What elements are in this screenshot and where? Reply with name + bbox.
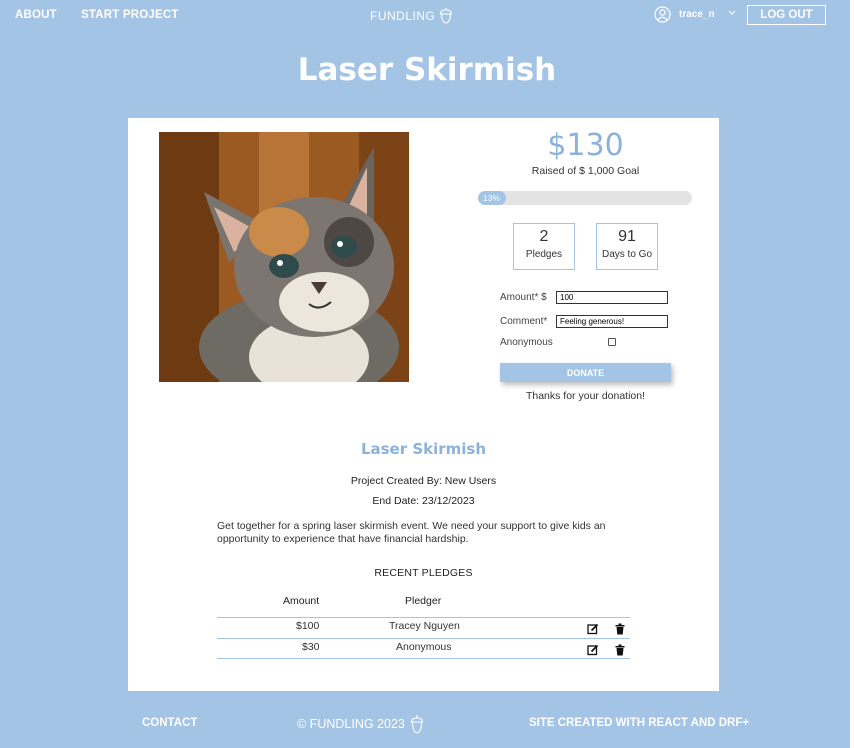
- username: trace_n: [679, 9, 715, 20]
- raised-of-goal: Raised of $ 1,000 Goal: [531, 165, 640, 177]
- acorn-icon: [440, 8, 453, 24]
- nav-start-project-link[interactable]: START PROJECT: [81, 9, 179, 21]
- table-row: $30 Anonymous: [217, 638, 630, 659]
- amount-input[interactable]: [556, 291, 668, 304]
- logout-button[interactable]: LOG OUT: [747, 5, 826, 25]
- brand-logo[interactable]: FUNDLING: [370, 7, 453, 24]
- pledge-amount: $100: [296, 620, 320, 632]
- amount-label: Amount* $: [500, 292, 547, 303]
- column-header-amount: Amount: [283, 595, 320, 607]
- trash-icon[interactable]: [614, 623, 626, 635]
- project-end-date: End Date: 23/12/2023: [372, 495, 475, 507]
- project-subtitle: Laser Skirmish: [360, 440, 487, 458]
- project-card: $130 Raised of $ 1,000 Goal 13% 2 Pledge…: [128, 118, 719, 691]
- acorn-icon: [410, 715, 423, 734]
- anonymous-label: Anonymous: [500, 337, 553, 348]
- days-count: 91: [618, 228, 636, 245]
- days-to-go-stat: 91 Days to Go: [596, 223, 658, 270]
- pledges-label: Pledges: [525, 249, 563, 260]
- comment-input[interactable]: [556, 315, 668, 328]
- window-edge: [850, 0, 854, 748]
- days-label: Days to Go: [601, 249, 653, 260]
- user-avatar-icon: [654, 6, 671, 23]
- brand-name: FUNDLING: [370, 8, 436, 23]
- nav-about-link[interactable]: ABOUT: [15, 9, 57, 21]
- chevron-down-icon[interactable]: [728, 8, 736, 19]
- table-row: $100 Tracey Nguyen: [217, 617, 630, 638]
- kitten-illustration: [159, 132, 409, 382]
- edit-icon[interactable]: [587, 623, 599, 635]
- pledge-pledger: Anonymous: [396, 641, 452, 653]
- footer-copyright: © FUNDLING 2023: [297, 714, 424, 734]
- pledges-stat: 2 Pledges: [513, 223, 575, 270]
- footer-contact-link[interactable]: CONTACT: [142, 717, 197, 729]
- comment-label: Comment*: [500, 316, 548, 327]
- page-title: Laser Skirmish: [297, 52, 557, 88]
- top-navigation: ABOUT START PROJECT FUNDLING trace_n LOG…: [0, 0, 854, 30]
- progress-fill: 13%: [478, 191, 506, 205]
- user-menu[interactable]: trace_n: [654, 6, 715, 23]
- thanks-message: Thanks for your donation!: [525, 390, 646, 402]
- pledge-amount: $30: [302, 641, 320, 653]
- amount-raised: $130: [547, 128, 624, 163]
- pledge-pledger: Tracey Nguyen: [389, 620, 460, 632]
- anonymous-checkbox[interactable]: [608, 338, 616, 346]
- footer-credit-text: SITE CREATED WITH REACT AND DRF+: [529, 717, 750, 729]
- table-divider: [217, 658, 630, 659]
- column-header-pledger: Pledger: [405, 595, 442, 607]
- edit-icon[interactable]: [587, 644, 599, 656]
- recent-pledges-heading: RECENT PLEDGES: [374, 567, 473, 579]
- trash-icon[interactable]: [614, 644, 626, 656]
- copyright-text: © FUNDLING 2023: [297, 717, 405, 731]
- donate-button[interactable]: DONATE: [500, 363, 671, 382]
- project-image: [159, 132, 409, 382]
- pledges-count: 2: [539, 228, 549, 245]
- project-creator: Project Created By: New Users: [350, 475, 497, 487]
- funding-progress-bar: 13%: [478, 191, 692, 205]
- project-description: Get together for a spring laser skirmish…: [217, 520, 606, 545]
